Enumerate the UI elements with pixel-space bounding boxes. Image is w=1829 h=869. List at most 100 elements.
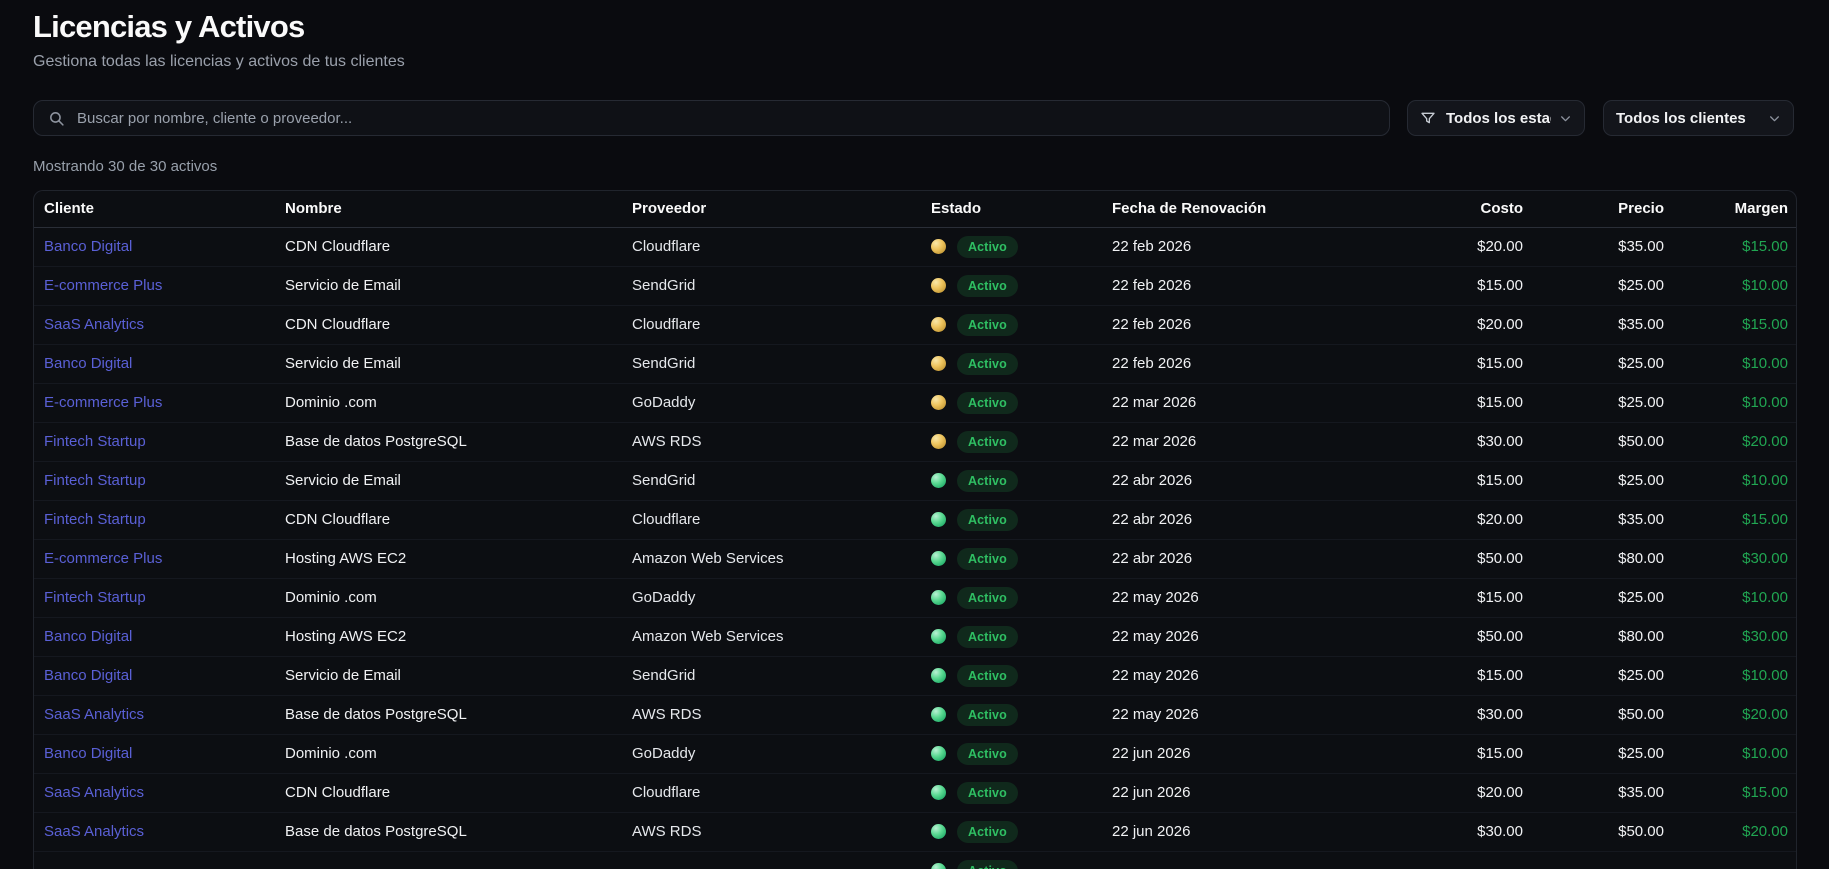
- client-link[interactable]: E-commerce Plus: [44, 394, 162, 411]
- status-cell: Activo: [931, 773, 1112, 812]
- renewal-date-cell: 22 abr 2026: [1112, 500, 1384, 539]
- provider-cell: [632, 851, 931, 869]
- client-cell: E-commerce Plus: [34, 266, 285, 305]
- renewal-date-cell: 22 mar 2026: [1112, 422, 1384, 461]
- price-cell: $80.00: [1523, 617, 1664, 656]
- status-cell: Activo: [931, 500, 1112, 539]
- search-icon: [48, 110, 65, 127]
- margin-cell: $30.00: [1664, 617, 1797, 656]
- client-link[interactable]: Banco Digital: [44, 667, 132, 684]
- client-link[interactable]: Fintech Startup: [44, 433, 146, 450]
- assets-table-card: Cliente Nombre Proveedor Estado Fecha de…: [33, 190, 1797, 869]
- price-cell: $35.00: [1523, 500, 1664, 539]
- cost-cell: $15.00: [1384, 461, 1523, 500]
- margin-cell: $10.00: [1664, 266, 1797, 305]
- client-link[interactable]: Banco Digital: [44, 238, 132, 255]
- renewal-date-cell: [1112, 851, 1384, 869]
- asset-name-cell: [285, 851, 632, 869]
- cost-cell: $20.00: [1384, 773, 1523, 812]
- client-link[interactable]: Banco Digital: [44, 628, 132, 645]
- cost-cell: $30.00: [1384, 812, 1523, 851]
- asset-name-cell: CDN Cloudflare: [285, 500, 632, 539]
- client-cell: SaaS Analytics: [34, 773, 285, 812]
- client-cell: SaaS Analytics: [34, 305, 285, 344]
- price-cell: $25.00: [1523, 344, 1664, 383]
- client-link[interactable]: E-commerce Plus: [44, 277, 162, 294]
- table-row: Banco Digital Hosting AWS EC2 Amazon Web…: [34, 617, 1797, 656]
- client-cell: E-commerce Plus: [34, 539, 285, 578]
- renewal-date-cell: 22 abr 2026: [1112, 539, 1384, 578]
- table-row: E-commerce Plus Hosting AWS EC2 Amazon W…: [34, 539, 1797, 578]
- status-dot: [931, 434, 946, 449]
- status-dot: [931, 629, 946, 644]
- status-badge: Activo: [957, 860, 1018, 869]
- status-badge: Activo: [957, 353, 1018, 375]
- status-cell: Activo: [931, 227, 1112, 266]
- provider-cell: SendGrid: [632, 461, 931, 500]
- asset-name-cell: Base de datos PostgreSQL: [285, 695, 632, 734]
- status-badge: Activo: [957, 821, 1018, 843]
- renewal-date-cell: 22 jun 2026: [1112, 734, 1384, 773]
- table-row: E-commerce Plus Dominio .com GoDaddy Act…: [34, 383, 1797, 422]
- controls-bar: Todos los estados Todos los clientes: [33, 100, 1801, 136]
- asset-name-cell: Hosting AWS EC2: [285, 617, 632, 656]
- margin-cell: $10.00: [1664, 344, 1797, 383]
- client-cell: E-commerce Plus: [34, 383, 285, 422]
- price-cell: $35.00: [1523, 227, 1664, 266]
- margin-cell: $30.00: [1664, 539, 1797, 578]
- status-filter-dropdown[interactable]: Todos los estados: [1407, 100, 1585, 136]
- assets-table: Cliente Nombre Proveedor Estado Fecha de…: [34, 191, 1797, 869]
- client-link[interactable]: SaaS Analytics: [44, 784, 144, 801]
- cost-cell: $15.00: [1384, 383, 1523, 422]
- asset-name-cell: Base de datos PostgreSQL: [285, 812, 632, 851]
- client-link[interactable]: Fintech Startup: [44, 589, 146, 606]
- status-dot: [931, 473, 946, 488]
- client-link[interactable]: Banco Digital: [44, 745, 132, 762]
- funnel-icon: [1420, 110, 1436, 126]
- renewal-date-cell: 22 feb 2026: [1112, 305, 1384, 344]
- status-badge: Activo: [957, 587, 1018, 609]
- client-link[interactable]: SaaS Analytics: [44, 706, 144, 723]
- cost-cell: $30.00: [1384, 422, 1523, 461]
- price-cell: $50.00: [1523, 812, 1664, 851]
- status-dot: [931, 590, 946, 605]
- client-link[interactable]: E-commerce Plus: [44, 550, 162, 567]
- chevron-down-icon: [1768, 112, 1781, 125]
- status-cell: Activo: [931, 422, 1112, 461]
- client-link[interactable]: SaaS Analytics: [44, 823, 144, 840]
- status-cell: Activo: [931, 851, 1112, 869]
- client-cell: Banco Digital: [34, 734, 285, 773]
- client-link[interactable]: Fintech Startup: [44, 472, 146, 489]
- column-header-estado: Estado: [931, 191, 1112, 227]
- client-filter-label: Todos los clientes: [1616, 110, 1760, 127]
- status-cell: Activo: [931, 344, 1112, 383]
- client-link[interactable]: SaaS Analytics: [44, 316, 144, 333]
- client-cell: SaaS Analytics: [34, 812, 285, 851]
- status-badge: Activo: [957, 743, 1018, 765]
- renewal-date-cell: 22 feb 2026: [1112, 344, 1384, 383]
- status-badge: Activo: [957, 431, 1018, 453]
- search-input[interactable]: [77, 110, 1375, 127]
- margin-cell: $15.00: [1664, 500, 1797, 539]
- status-dot: [931, 512, 946, 527]
- margin-cell: $10.00: [1664, 383, 1797, 422]
- provider-cell: GoDaddy: [632, 578, 931, 617]
- client-cell: Banco Digital: [34, 227, 285, 266]
- margin-cell: $10.00: [1664, 656, 1797, 695]
- margin-cell: [1664, 851, 1797, 869]
- search-box[interactable]: [33, 100, 1390, 136]
- margin-cell: $20.00: [1664, 812, 1797, 851]
- column-header-proveedor: Proveedor: [632, 191, 931, 227]
- asset-name-cell: Servicio de Email: [285, 656, 632, 695]
- client-filter-dropdown[interactable]: Todos los clientes: [1603, 100, 1794, 136]
- cost-cell: $15.00: [1384, 578, 1523, 617]
- page-subtitle: Gestiona todas las licencias y activos d…: [33, 52, 1801, 72]
- client-link[interactable]: Fintech Startup: [44, 511, 146, 528]
- status-badge: Activo: [957, 392, 1018, 414]
- cost-cell: $50.00: [1384, 617, 1523, 656]
- provider-cell: Cloudflare: [632, 773, 931, 812]
- client-link[interactable]: Banco Digital: [44, 355, 132, 372]
- table-row: E-commerce Plus Servicio de Email SendGr…: [34, 266, 1797, 305]
- status-dot: [931, 356, 946, 371]
- table-row: Banco Digital CDN Cloudflare Cloudflare …: [34, 227, 1797, 266]
